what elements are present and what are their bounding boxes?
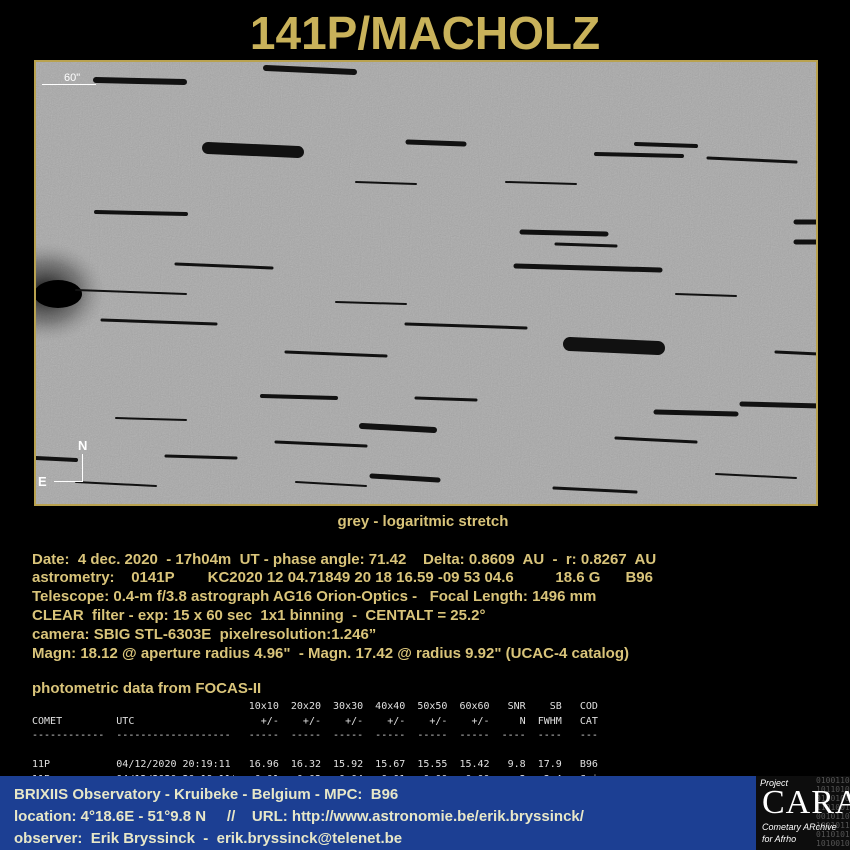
info-camera: camera: SBIG STL-6303E pixelresolution:1… bbox=[32, 626, 377, 643]
stretch-caption: grey - logaritmic stretch bbox=[337, 513, 509, 530]
logo-sub2: for Afrho bbox=[762, 834, 797, 844]
scale-bar bbox=[42, 84, 96, 85]
photometry-title: photometric data from FOCAS-II bbox=[32, 680, 262, 697]
east-label: E bbox=[38, 474, 47, 489]
comet-image: 60" N E bbox=[34, 60, 818, 506]
info-filter: CLEAR filter - exp: 15 x 60 sec 1x1 binn… bbox=[32, 607, 486, 624]
logo-name: CARA bbox=[762, 784, 850, 821]
logo-sub1: Cometary ARchive bbox=[762, 822, 837, 832]
compass-north-arm bbox=[82, 454, 83, 482]
info-astrometry: astrometry: 0141P KC2020 12 04.71849 20 … bbox=[32, 569, 653, 586]
cara-logo: 01001100 10110101 01101001 11010010 0010… bbox=[756, 776, 850, 850]
footer-observatory: BRIXIIS Observatory - Kruibeke - Belgium… bbox=[14, 786, 399, 803]
footer-observer: observer: Erik Bryssinck - erik.bryssinc… bbox=[14, 830, 403, 847]
info-telescope: Telescope: 0.4-m f/3.8 astrograph AG16 O… bbox=[32, 588, 597, 605]
page-title: 141P/MACHOLZ bbox=[249, 7, 601, 59]
info-date: Date: 4 dec. 2020 - 17h04m UT - phase an… bbox=[32, 551, 657, 568]
photometry-table: 10x10 20x20 30x30 40x40 50x50 60x60 SNR … bbox=[32, 701, 598, 785]
star-field bbox=[36, 62, 816, 504]
info-magnitude: Magn: 18.12 @ aperture radius 4.96" - Ma… bbox=[32, 645, 629, 662]
footer: BRIXIIS Observatory - Kruibeke - Belgium… bbox=[0, 776, 850, 850]
footer-location: location: 4°18.6E - 51°9.8 N // URL: htt… bbox=[14, 808, 584, 825]
north-label: N bbox=[78, 438, 88, 453]
scale-label: 60" bbox=[64, 72, 81, 84]
compass-east-arm bbox=[54, 481, 82, 482]
